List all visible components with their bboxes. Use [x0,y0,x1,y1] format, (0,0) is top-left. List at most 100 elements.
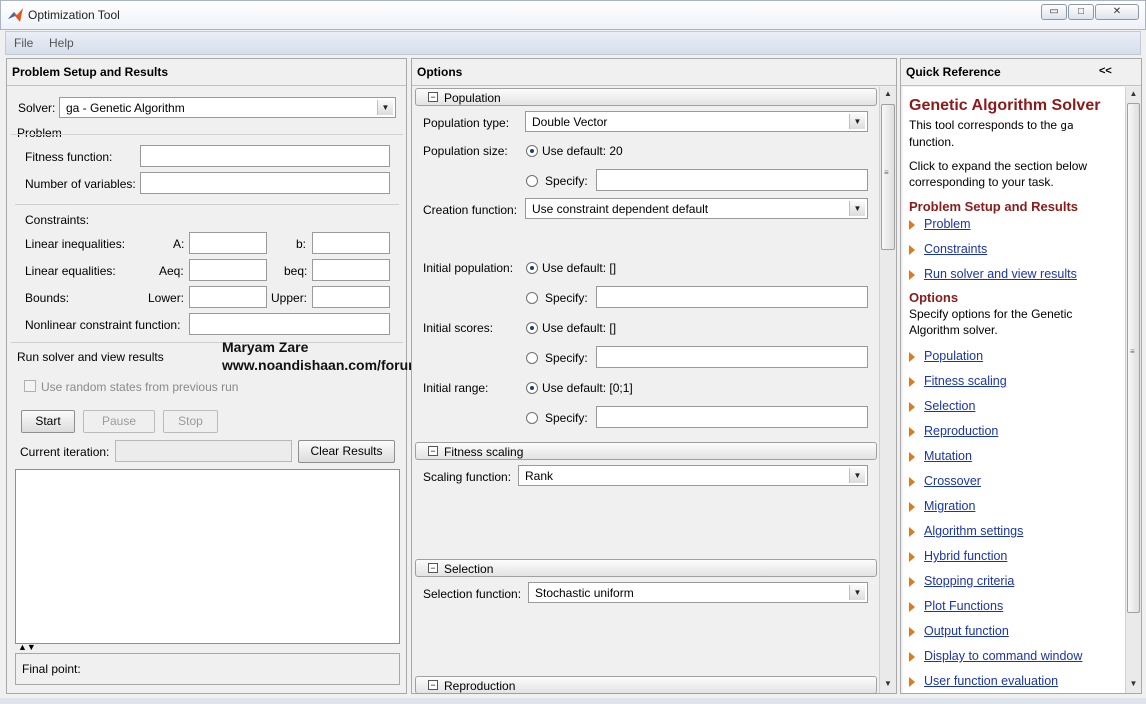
section-fitness-scaling-header[interactable]: − Fitness scaling [415,442,877,460]
quick-reference-content: Genetic Algorithm Solver This tool corre… [903,87,1125,693]
scroll-up-icon[interactable]: ▲ [880,89,896,98]
qr-link[interactable]: Hybrid function [924,549,1007,563]
qr-link[interactable]: Crossover [924,474,981,488]
scroll-down-icon[interactable]: ▼ [1126,679,1141,688]
qr-link[interactable]: Constraints [924,242,987,256]
aeq-matrix-input[interactable] [189,259,267,281]
creation-function-value: Use constraint dependent default [532,202,709,216]
panel-title-problem-setup: Problem Setup and Results [12,65,169,79]
initial-scores-input[interactable] [596,346,868,368]
link-bullet-icon [909,677,915,687]
qr-link[interactable]: Stopping criteria [924,574,1014,588]
selection-function-select[interactable]: Stochastic uniform ▼ [528,582,868,603]
qr-intro-text-2: function. [909,135,955,149]
scroll-thumb[interactable] [881,104,895,250]
number-of-variables-label: Number of variables: [25,177,136,191]
linear-equalities-label: Linear equalities: [25,264,116,278]
final-point-label: Final point: [22,662,81,676]
initial-scores-specify-radio[interactable] [526,352,538,364]
section-selection-title: Selection [444,562,494,576]
initial-range-input[interactable] [596,406,868,428]
population-size-input[interactable] [596,169,868,191]
matlab-logo-icon [8,8,23,22]
qr-link[interactable]: Mutation [924,449,972,463]
creation-function-select[interactable]: Use constraint dependent default ▼ [525,198,868,219]
close-button[interactable]: ✕ [1095,4,1139,20]
link-bullet-icon [909,352,915,362]
menu-help[interactable]: Help [49,36,74,50]
section-selection-header[interactable]: − Selection [415,559,877,577]
population-size-default-radio[interactable] [526,145,538,157]
results-text-area[interactable] [15,469,400,644]
population-type-value: Double Vector [532,115,608,129]
upper-bounds-input[interactable] [312,286,390,308]
splitter-arrows-icon[interactable]: ▲▼ [18,643,36,652]
scaling-function-select[interactable]: Rank ▼ [518,465,868,486]
fitness-function-input[interactable] [140,145,390,167]
beq-vector-input[interactable] [312,259,390,281]
stop-button[interactable]: Stop [163,410,218,433]
qr-link[interactable]: Display to command window [924,649,1082,663]
initial-population-default-radio[interactable] [526,262,538,274]
scroll-down-icon[interactable]: ▼ [880,679,896,688]
qr-link[interactable]: Reproduction [924,424,998,438]
scroll-up-icon[interactable]: ▲ [1126,89,1141,98]
b-vector-input[interactable] [312,232,390,254]
scaling-function-value: Rank [525,469,554,483]
collapse-icon: − [428,680,438,690]
qr-link[interactable]: User function evaluation [924,674,1058,688]
quick-reference-scrollbar[interactable]: ▲ ≡ ▼ [1125,87,1141,693]
qr-link[interactable]: Problem [924,217,971,231]
clear-results-button[interactable]: Clear Results [298,440,395,463]
section-population-header[interactable]: − Population [415,88,877,106]
minimize-button[interactable]: ▭ [1041,4,1067,20]
bounds-label: Bounds: [25,291,70,305]
number-of-variables-input[interactable] [140,172,390,194]
qr-intro: This tool corresponds to the ga function… [909,117,1121,150]
initial-range-default-radio[interactable] [526,382,538,394]
population-size-default-label: Use default: 20 [542,144,623,158]
constraints-label: Constraints: [25,213,90,227]
population-size-specify-radio[interactable] [526,175,538,187]
initial-range-label: Initial range: [423,381,489,395]
link-bullet-icon [909,402,915,412]
qr-intro-code: ga [1060,119,1074,132]
menu-file[interactable]: File [14,36,33,50]
options-scrollbar[interactable]: ▲ ≡ ▼ [879,87,896,693]
qr-link[interactable]: Algorithm settings [924,524,1023,538]
solver-select[interactable]: ga - Genetic Algorithm ▼ [59,97,396,118]
beq-label: beq: [284,264,308,278]
pause-button[interactable]: Pause [83,410,155,433]
qr-link[interactable]: Migration [924,499,975,513]
qr-title: Genetic Algorithm Solver [909,97,1101,114]
chevron-down-icon: ▼ [377,100,393,115]
lower-bounds-input[interactable] [189,286,267,308]
random-states-checkbox[interactable] [24,380,36,392]
link-bullet-icon [909,502,915,512]
qr-link[interactable]: Selection [924,399,975,413]
qr-link[interactable]: Plot Functions [924,599,1003,613]
qr-link[interactable]: Fitness scaling [924,374,1007,388]
scroll-thumb[interactable] [1127,103,1140,613]
a-matrix-input[interactable] [189,232,267,254]
problem-setup-panel: Problem Setup and Results Solver: ga - G… [6,58,407,694]
link-bullet-icon [909,220,915,230]
b-label: b: [296,237,307,251]
qr-link[interactable]: Population [924,349,983,363]
start-button[interactable]: Start [21,410,75,433]
random-states-label: Use random states from previous run [41,380,239,394]
divider [901,85,1141,86]
maximize-button[interactable]: □ [1068,4,1094,20]
population-type-select[interactable]: Double Vector ▼ [525,111,868,132]
grip-icon: ≡ [884,168,889,177]
qr-link[interactable]: Run solver and view results [924,267,1077,281]
initial-population-default-label: Use default: [] [542,261,617,275]
nonlinear-constraint-input[interactable] [189,313,390,335]
qr-link[interactable]: Output function [924,624,1009,638]
collapse-quick-reference-button[interactable]: << [1099,65,1112,77]
initial-scores-default-radio[interactable] [526,322,538,334]
initial-population-specify-radio[interactable] [526,292,538,304]
initial-range-specify-radio[interactable] [526,412,538,424]
initial-population-input[interactable] [596,286,868,308]
section-reproduction-header[interactable]: − Reproduction [415,676,877,694]
